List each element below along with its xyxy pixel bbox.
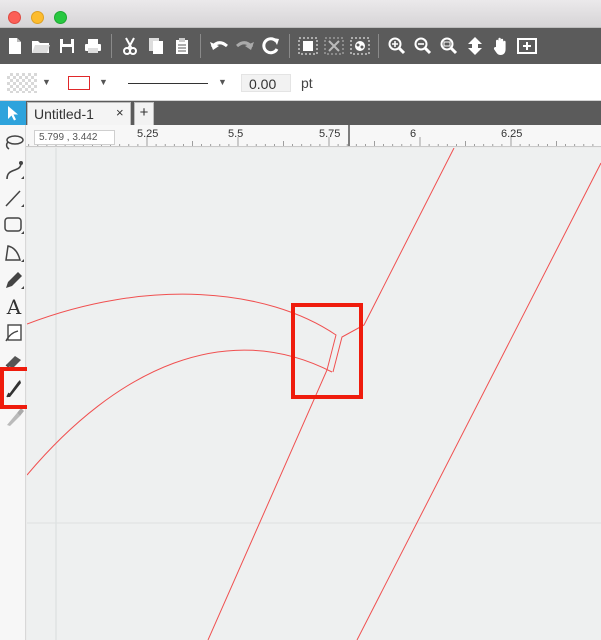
ruler-tick-label: 5.25 [137,128,158,140]
copy-button[interactable] [145,35,167,57]
zoom-out-icon [414,37,432,55]
right-diagonal-path [356,162,601,640]
move-page-icon [468,37,482,55]
bezier-tool-icon [6,161,24,180]
ruler-tick-label: 6.25 [501,128,522,140]
redo-icon [236,41,254,50]
fill-swatch[interactable] [7,73,37,93]
title-bar [0,0,601,28]
toolbar-separator [289,34,290,58]
maximize-window-button[interactable] [54,11,67,24]
new-document-icon [9,38,21,54]
toolbar-separator [200,34,201,58]
line-style-dropdown-icon[interactable]: ▼ [218,77,227,87]
bezier-tool[interactable] [2,158,26,182]
zoom-in-icon [388,37,406,55]
minimize-window-button[interactable] [31,11,44,24]
line-tool-icon [5,190,24,207]
rectangle-tool-icon [4,217,24,234]
lower-cut-path [27,349,333,476]
app-window: ▼ ▼ ▼ 0.00 pt Untitled-1 × + 5.25 5.5 5.75… [0,0,601,640]
undo-icon [210,41,228,50]
close-window-button[interactable] [8,11,21,24]
print-button[interactable] [82,35,104,57]
copy-icon [149,38,163,54]
rectangle-tool[interactable] [2,213,26,237]
pan-hand-icon [493,37,506,55]
pan-hand-button[interactable] [490,35,512,57]
add-tab-button[interactable]: + [134,102,154,125]
fit-page-button[interactable] [516,35,538,57]
toolbar-separator [111,34,112,58]
stroke-dropdown-icon[interactable]: ▼ [99,77,108,87]
open-button[interactable] [30,35,52,57]
fit-page-icon [517,38,537,54]
line-width-input[interactable]: 0.00 [241,74,291,92]
zoom-selection-icon [440,37,458,55]
tab-title: Untitled-1 [34,106,94,122]
cursor-coordinates: 5.799 , 3.442 [34,130,115,145]
new-document-button[interactable] [4,35,26,57]
fill-dropdown-icon[interactable]: ▼ [42,77,51,87]
arrow-pointer-icon [8,106,18,121]
move-page-button[interactable] [464,35,486,57]
polygon-tool[interactable] [2,241,26,265]
polygon-tool-icon [5,245,24,262]
lasso-tool-icon [5,135,24,150]
text-tool-icon: A [6,295,22,319]
save-icon [60,39,74,53]
ruler-tick-label: 5.5 [228,128,243,140]
text-tool[interactable]: A [2,295,26,319]
ungroup-button[interactable] [323,35,345,57]
cut-icon [123,37,137,55]
ruler-tick-label: 5.75 [319,128,340,140]
zoom-out-button[interactable] [412,35,434,57]
effects-button[interactable] [349,35,371,57]
open-folder-icon [32,41,50,53]
print-icon [85,39,101,53]
stroke-color-swatch[interactable] [68,76,90,90]
tab-untitled-1[interactable]: Untitled-1 × [27,102,131,125]
refresh-button[interactable] [260,35,282,57]
pencil-tool-icon [6,272,24,289]
ungroup-icon [324,37,344,55]
refresh-icon [262,37,279,55]
effects-icon [350,37,370,55]
zoom-selection-button[interactable] [438,35,460,57]
group-button[interactable] [297,35,319,57]
main-toolbar [0,28,601,64]
group-icon [298,37,318,55]
upper-cut-path [27,293,337,640]
line-unit-label: pt [301,75,313,91]
toolbar-separator [378,34,379,58]
select-tool-button[interactable] [0,101,26,125]
image-trace-tool-icon [5,324,22,342]
redo-button[interactable] [234,35,256,57]
undo-button[interactable] [208,35,230,57]
line-tool[interactable] [2,186,26,210]
paste-icon [176,38,188,54]
tab-close-icon[interactable]: × [116,105,124,120]
zoom-in-button[interactable] [386,35,408,57]
pencil-tool[interactable] [2,268,26,292]
ruler-tick-label: 6 [410,128,416,140]
cut-button[interactable] [119,35,141,57]
lasso-tool[interactable] [2,131,26,155]
line-style-preview[interactable] [128,83,208,84]
paste-button[interactable] [171,35,193,57]
image-trace-tool[interactable] [2,321,26,345]
canvas-highlight-box [291,303,363,399]
save-button[interactable] [56,35,78,57]
